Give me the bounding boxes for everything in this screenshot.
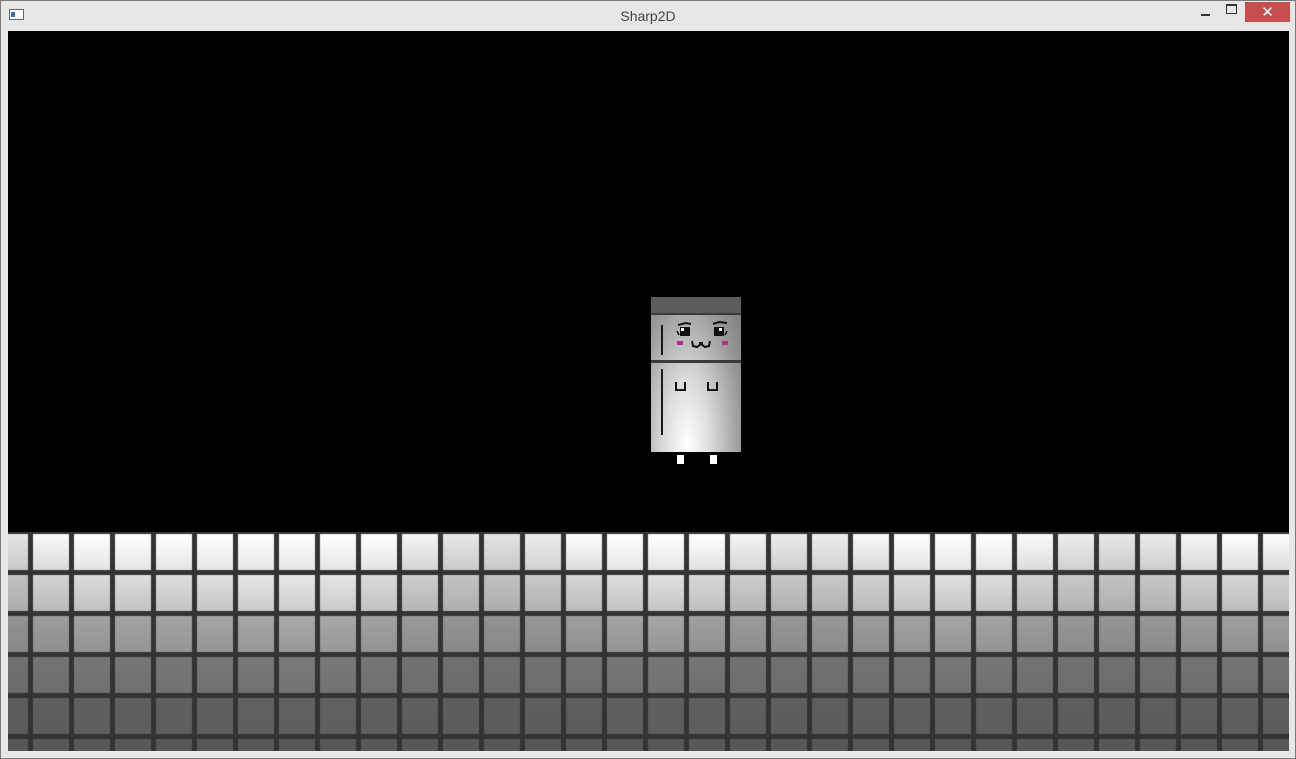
fridge-top-panel	[651, 297, 741, 313]
game-viewport[interactable]	[8, 31, 1289, 751]
fridge-body	[651, 297, 741, 452]
right-cheek	[722, 341, 728, 345]
character-face	[676, 320, 728, 349]
fridge-character	[651, 297, 741, 467]
left-cheek	[677, 341, 683, 345]
fridge-decals	[675, 382, 718, 391]
right-foot	[710, 455, 717, 464]
close-button[interactable]: ✕	[1245, 2, 1290, 22]
right-eyebrow	[712, 320, 728, 325]
tile-floor	[8, 532, 1289, 751]
nose	[699, 342, 703, 345]
fridge-divider	[651, 360, 741, 363]
close-icon: ✕	[1261, 4, 1274, 21]
fridge-divider	[651, 313, 741, 315]
app-window: Sharp2D ✕	[0, 0, 1296, 759]
title-bar[interactable]: Sharp2D ✕	[1, 1, 1295, 31]
maximize-icon	[1225, 4, 1237, 14]
fridge-handle	[661, 369, 663, 435]
minimize-icon	[1200, 14, 1210, 16]
minimize-button[interactable]	[1193, 2, 1217, 22]
character-feet	[651, 455, 741, 465]
freezer-handle	[661, 325, 663, 355]
left-eyebrow	[677, 321, 692, 326]
maximize-button[interactable]	[1219, 2, 1243, 22]
window-title: Sharp2D	[620, 8, 676, 24]
left-foot	[677, 455, 684, 464]
